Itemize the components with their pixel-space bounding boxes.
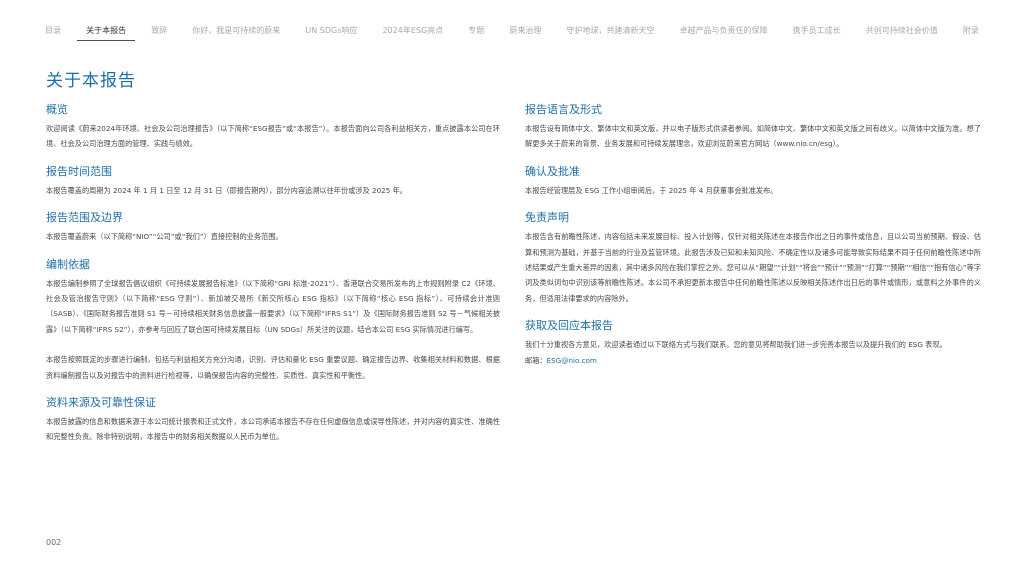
- nav-item-products[interactable]: 卓越产品与负责任的保障: [671, 22, 777, 40]
- nav-item-employees[interactable]: 携手员工成长: [784, 22, 850, 40]
- nav-item-contents[interactable]: 目录: [36, 22, 70, 40]
- period-heading: 报告时间范围: [46, 164, 112, 178]
- data-source-text: 本报告披露的信息和数据来源于本公司统计报表和正式文件，本公司承诺本报告不存在任何…: [46, 417, 500, 442]
- basis-text-2: 本报告按照既定的步骤进行编制，包括与利益相关方充分沟通，识别、评估和量化 ESG…: [46, 355, 500, 380]
- left-column: 概览 欢迎阅读《蔚来2024年环境、社会及公司治理报告》（以下简称“ESG报告”…: [46, 102, 500, 445]
- feedback-text: 我们十分重视各方意见，欢迎读者通过以下联络方式与我们联系。您的意见将帮助我们进一…: [525, 340, 947, 350]
- overview-heading: 概览: [46, 103, 68, 116]
- disclaimer-heading: 免责声明: [525, 211, 569, 225]
- scope-text: 本报告覆盖蔚来（以下简称“NIO”“公司”或“我们”）直接控制的业务范围。: [46, 232, 283, 242]
- language-heading: 报告语言及形式: [525, 103, 602, 116]
- data-source-heading: 资料来源及可靠性保证: [46, 396, 156, 410]
- approval-section: 确认及批准 本报告经管理层及 ESG 工作小组审阅后，于 2025 年 4 月获…: [525, 164, 981, 198]
- nav-item-society[interactable]: 共创可持续社会价值: [857, 22, 947, 40]
- scope-heading: 报告范围及边界: [46, 211, 123, 225]
- basis-text-1: 本报告编制参照了全球报告倡议组织《可持续发展报告标准》（以下简称“GRI 标准-…: [46, 278, 500, 334]
- feedback-heading: 获取及回应本报告: [525, 319, 613, 333]
- basis-heading: 编制依据: [46, 257, 90, 271]
- nav-item-sustainable-nio[interactable]: 你好，我是可持续的蔚来: [183, 22, 289, 40]
- feedback-email-line: 邮箱：ESG@nio.com: [525, 353, 981, 368]
- email-label: 邮箱：: [525, 355, 547, 365]
- nav-item-governance[interactable]: 蔚来治理: [500, 22, 550, 40]
- disclaimer-text: 本报告含有前瞻性陈述，内容包括未来发展目标、投入计划等，仅针对相关陈述在本报告作…: [525, 232, 981, 303]
- approval-heading: 确认及批准: [525, 164, 580, 178]
- language-section: 报告语言及形式 本报告设有简体中文、繁体中文和英文版，并以电子版形式供读者参阅。…: [525, 102, 981, 152]
- nav-item-esg-highlights[interactable]: 2024年ESG亮点: [373, 22, 452, 40]
- disclaimer-section: 免责声明 本报告含有前瞻性陈述，内容包括未来发展目标、投入计划等，仅针对相关陈述…: [525, 210, 981, 306]
- period-text: 本报告覆盖的周期为 2024 年 1 月 1 日至 12 月 31 日（即报告期…: [46, 185, 407, 195]
- top-navigation: 目录 关于本报告 致辞 你好，我是可持续的蔚来 UN SDGs响应 2024年E…: [36, 22, 988, 42]
- overview-text: 欢迎阅读《蔚来2024年环境、社会及公司治理报告》（以下简称“ESG报告”或“本…: [46, 124, 500, 149]
- scope-section: 报告范围及边界 本报告覆盖蔚来（以下简称“NIO”“公司”或“我们”）直接控制的…: [46, 210, 500, 244]
- data-source-section: 资料来源及可靠性保证 本报告披露的信息和数据来源于本公司统计报表和正式文件，本公…: [46, 395, 500, 445]
- nav-item-about-report[interactable]: 关于本报告: [77, 22, 136, 41]
- overview-section: 概览 欢迎阅读《蔚来2024年环境、社会及公司治理报告》（以下简称“ESG报告”…: [46, 102, 500, 152]
- language-text: 本报告设有简体中文、繁体中文和英文版，并以电子版形式供读者参阅。如简体中文、繁体…: [525, 124, 981, 149]
- nav-item-environment[interactable]: 守护地球，共建清新天空: [557, 22, 663, 40]
- email-link[interactable]: ESG@nio.com: [547, 356, 597, 365]
- nav-item-appendix[interactable]: 附录: [954, 22, 988, 40]
- nav-item-message[interactable]: 致辞: [142, 22, 176, 40]
- period-section: 报告时间范围 本报告覆盖的周期为 2024 年 1 月 1 日至 12 月 31…: [46, 164, 500, 198]
- feedback-section: 获取及回应本报告 我们十分重视各方意见，欢迎读者通过以下联络方式与我们联系。您的…: [525, 318, 981, 368]
- approval-text: 本报告经管理层及 ESG 工作小组审阅后，于 2025 年 4 月获董事会批准发…: [525, 185, 778, 195]
- basis-section: 编制依据 本报告编制参照了全球报告倡议组织《可持续发展报告标准》（以下简称“GR…: [46, 257, 500, 383]
- page-title: 关于本报告: [46, 71, 136, 91]
- right-column: 报告语言及形式 本报告设有简体中文、繁体中文和英文版，并以电子版形式供读者参阅。…: [525, 102, 981, 368]
- nav-item-un-sdgs[interactable]: UN SDGs响应: [296, 22, 366, 40]
- page-number: 002: [46, 538, 62, 547]
- nav-item-topics[interactable]: 专题: [459, 22, 493, 40]
